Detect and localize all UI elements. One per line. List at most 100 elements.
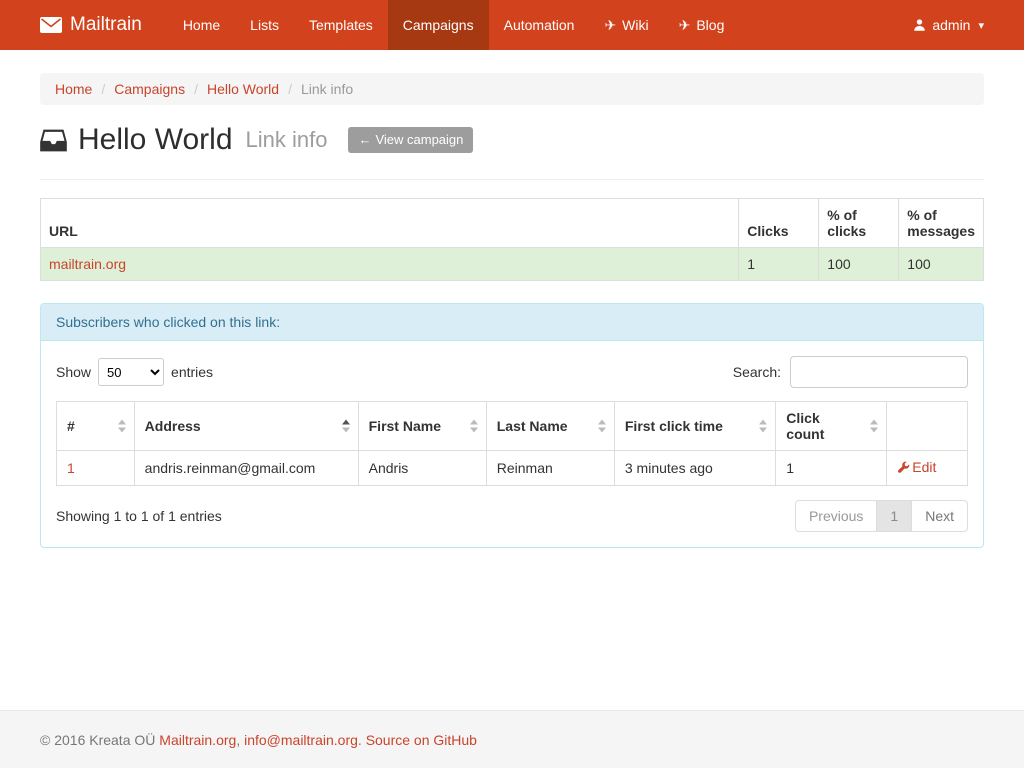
subscribers-table: # Address First Name Last Name First cli… [56, 401, 968, 486]
entries-info: Showing 1 to 1 of 1 entries [56, 508, 222, 524]
cell-actions: Edit [887, 451, 968, 486]
breadcrumb-link-home[interactable]: Home [55, 81, 92, 97]
nav-item-blog: ✈Blog [664, 0, 740, 50]
cell-clicks: 1 [739, 248, 819, 281]
col-header-label: Last Name [497, 418, 568, 434]
search-input[interactable] [790, 356, 968, 388]
page-title: Hello World [78, 123, 233, 157]
cell-last-name: Reinman [486, 451, 614, 486]
breadcrumb-link-hello-world[interactable]: Hello World [207, 81, 279, 97]
url-link[interactable]: mailtrain.org [49, 256, 126, 272]
col-header-pct-clicks: % of clicks [819, 199, 899, 248]
nav-label: Blog [696, 17, 724, 33]
sort-icon [117, 420, 127, 433]
page-length-control: Show 50 entries [56, 358, 213, 386]
cell-url: mailtrain.org [41, 248, 739, 281]
inbox-icon [40, 128, 67, 153]
page-length-select[interactable]: 50 [98, 358, 164, 386]
page-heading: Hello World Link info ← View campaign [40, 123, 984, 157]
table-row: 1 andris.reinman@gmail.com Andris Reinma… [57, 451, 968, 486]
breadcrumb-link-campaigns[interactable]: Campaigns [114, 81, 185, 97]
envelope-icon [40, 17, 62, 33]
nav-label: Templates [309, 17, 373, 33]
datatable-footer: Showing 1 to 1 of 1 entries Previous 1 N… [56, 500, 968, 532]
view-campaign-label: View campaign [375, 132, 463, 147]
brand-link[interactable]: Mailtrain [40, 0, 142, 50]
user-menu[interactable]: admin ▾ [913, 17, 984, 33]
search-label: Search: [733, 364, 781, 380]
pagination: Previous 1 Next [795, 500, 968, 532]
nav-link-campaigns[interactable]: Campaigns [388, 0, 489, 50]
mailtrain-org-link[interactable]: Mailtrain.org [159, 732, 236, 748]
subscribers-header-row: # Address First Name Last Name First cli… [57, 402, 968, 451]
wrench-icon [897, 461, 910, 474]
github-source-link[interactable]: Source on GitHub [366, 732, 477, 748]
nav-label: Lists [250, 17, 279, 33]
col-header-label: First Name [369, 418, 441, 434]
col-header-url: URL [41, 199, 739, 248]
col-header-first-click-time[interactable]: First click time [614, 402, 775, 451]
col-header-last-name[interactable]: Last Name [486, 402, 614, 451]
navbar-right: admin ▾ [913, 0, 984, 50]
main-nav: Home Lists Templates Campaigns Automatio… [168, 0, 740, 50]
brand-label: Mailtrain [70, 14, 142, 36]
nav-link-home[interactable]: Home [168, 0, 235, 50]
entries-label: entries [171, 364, 213, 380]
view-campaign-button[interactable]: ← View campaign [348, 127, 473, 153]
email-link[interactable]: info@mailtrain.org [244, 732, 358, 748]
nav-link-wiki[interactable]: ✈Wiki [589, 0, 663, 50]
cell-pct-clicks: 100 [819, 248, 899, 281]
sort-icon [869, 420, 879, 433]
page-footer: © 2016 Kreata OÜ Mailtrain.org, info@mai… [0, 710, 1024, 768]
breadcrumb-hello-world: Hello World [185, 81, 279, 97]
page-subtitle: Link info [246, 127, 328, 153]
nav-label: Wiki [622, 17, 648, 33]
col-header-address[interactable]: Address [134, 402, 358, 451]
cell-first-name: Andris [358, 451, 486, 486]
col-header-first-name[interactable]: First Name [358, 402, 486, 451]
pagination-page-1[interactable]: 1 [876, 500, 912, 532]
nav-item-templates: Templates [294, 0, 388, 50]
sort-icon [758, 420, 768, 433]
col-header-actions [887, 402, 968, 451]
pagination-previous[interactable]: Previous [795, 500, 877, 532]
col-header-clicks: Clicks [739, 199, 819, 248]
nav-item-automation: Automation [489, 0, 590, 50]
sort-icon [469, 420, 479, 433]
top-navbar: Mailtrain Home Lists Templates Campaigns… [0, 0, 1024, 50]
cell-click-count: 1 [776, 451, 887, 486]
breadcrumb-home: Home [55, 81, 92, 97]
links-table-header-row: URL Clicks % of clicks % of messages [41, 199, 984, 248]
divider [40, 179, 984, 180]
nav-label: Home [183, 17, 220, 33]
col-header-label: First click time [625, 418, 723, 434]
sort-icon [597, 420, 607, 433]
cell-pct-messages: 100 [899, 248, 984, 281]
nav-label: Automation [504, 17, 575, 33]
subscribers-panel: Subscribers who clicked on this link: Sh… [40, 303, 984, 548]
footer-separator: . [358, 732, 366, 748]
breadcrumb: Home Campaigns Hello World Link info [40, 73, 984, 105]
datatable-controls: Show 50 entries Search: [56, 356, 968, 388]
sort-asc-icon [341, 420, 351, 433]
cell-num: 1 [57, 451, 135, 486]
nav-item-home: Home [168, 0, 235, 50]
table-row: mailtrain.org 1 100 100 [41, 248, 984, 281]
nav-item-campaigns: Campaigns [388, 0, 489, 50]
nav-link-blog[interactable]: ✈Blog [664, 0, 740, 50]
user-icon [913, 18, 926, 32]
col-header-num[interactable]: # [57, 402, 135, 451]
mailtrain-link-info-page: Mailtrain Home Lists Templates Campaigns… [0, 0, 1024, 768]
nav-link-templates[interactable]: Templates [294, 0, 388, 50]
copyright-text: © 2016 Kreata OÜ [40, 732, 159, 748]
col-header-click-count[interactable]: Click count [776, 402, 887, 451]
panel-heading: Subscribers who clicked on this link: [41, 304, 983, 341]
show-label: Show [56, 364, 91, 380]
edit-link[interactable]: Edit [897, 459, 936, 475]
breadcrumb-current: Link info [279, 81, 353, 97]
nav-link-lists[interactable]: Lists [235, 0, 294, 50]
pagination-next[interactable]: Next [911, 500, 968, 532]
nav-item-lists: Lists [235, 0, 294, 50]
nav-link-automation[interactable]: Automation [489, 0, 590, 50]
breadcrumb-campaigns: Campaigns [92, 81, 185, 97]
